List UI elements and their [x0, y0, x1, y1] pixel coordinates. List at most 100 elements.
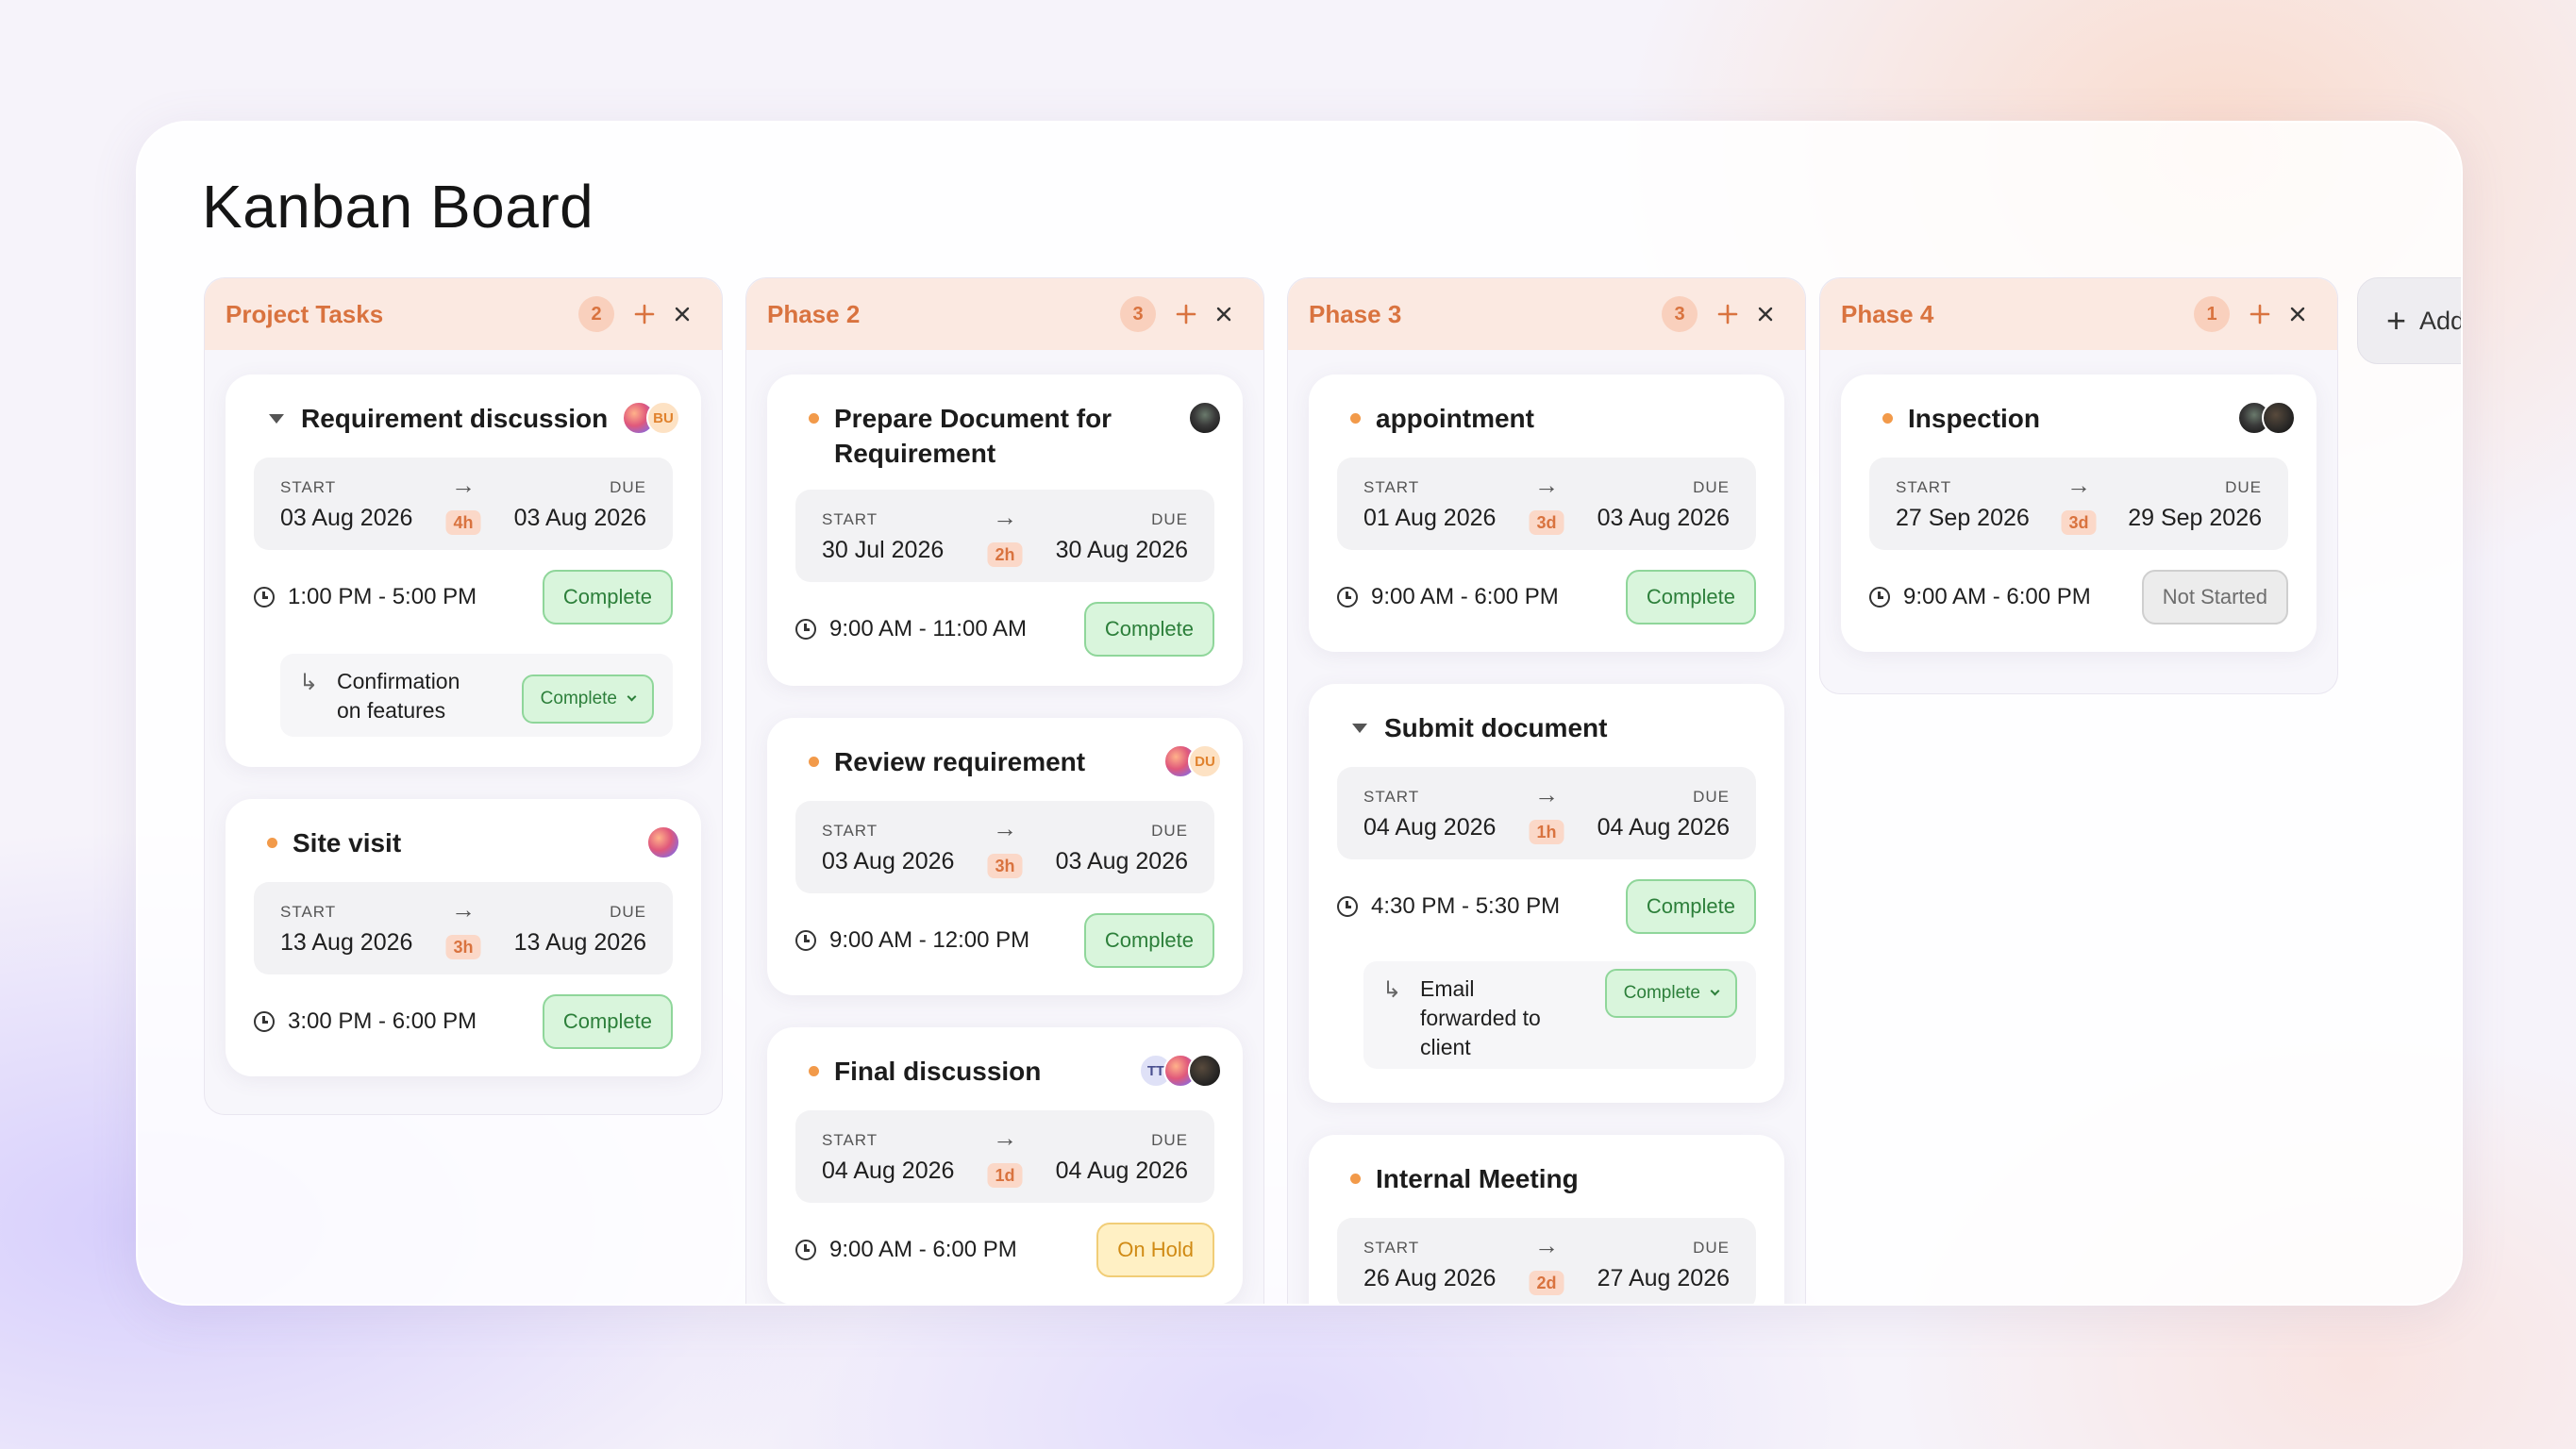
- add-column-button[interactable]: + Add: [2357, 277, 2463, 364]
- plus-icon: [1176, 304, 1196, 325]
- status-badge[interactable]: Complete: [1083, 913, 1214, 968]
- task-title: Final discussion: [834, 1057, 1042, 1086]
- start-date: 27 Sep 2026: [1896, 505, 2030, 531]
- time-row: 1:00 PM - 5:00 PM Complete: [254, 569, 673, 625]
- add-task-button[interactable]: [1167, 295, 1205, 333]
- date-range: START 01 Aug 2026 → 3d DUE 03 Aug 2026: [1337, 458, 1756, 550]
- task-card[interactable]: Internal Meeting START 26 Aug 2026 → 2d …: [1309, 1135, 1784, 1304]
- subtask-row[interactable]: ↳ Email forwarded to client Complete: [1363, 961, 1756, 1069]
- avatar[interactable]: BU: [646, 401, 680, 435]
- arrow-right-icon: →: [1534, 1231, 1559, 1259]
- status-dot: [809, 757, 819, 767]
- assignee-avatars[interactable]: [2237, 401, 2296, 435]
- due-label: DUE: [610, 478, 646, 496]
- start-label: START: [822, 510, 878, 528]
- subtask-status-dropdown[interactable]: Complete: [521, 675, 654, 724]
- status-badge[interactable]: Complete: [1625, 879, 1756, 934]
- status-badge[interactable]: Complete: [1625, 570, 1756, 625]
- time-row: 9:00 AM - 11:00 AM Complete: [795, 601, 1214, 658]
- task-card[interactable]: Submit document START 04 Aug 2026 → 1h D…: [1309, 684, 1784, 1103]
- date-range: START 26 Aug 2026 → 2d DUE 27 Aug 2026: [1337, 1218, 1756, 1304]
- start-date: 03 Aug 2026: [280, 505, 413, 531]
- task-card[interactable]: Site visit START 13 Aug 2026 → 3h DUE 13…: [226, 799, 701, 1076]
- start-date: 30 Jul 2026: [822, 537, 945, 563]
- assignee-avatars[interactable]: TT: [1139, 1054, 1222, 1088]
- status-badge[interactable]: On Hold: [1096, 1223, 1214, 1277]
- expand-caret-icon[interactable]: [1352, 724, 1367, 733]
- assignee-avatars[interactable]: [646, 825, 680, 859]
- task-title: Inspection: [1908, 404, 2041, 433]
- due-label: DUE: [1151, 822, 1188, 840]
- task-title: Prepare Document for Requirement: [834, 404, 1112, 468]
- due-date: 27 Aug 2026: [1597, 1265, 1730, 1291]
- avatar[interactable]: [2262, 401, 2296, 435]
- status-badge[interactable]: Complete: [542, 994, 673, 1049]
- avatar[interactable]: [646, 825, 680, 859]
- column-header: Project Tasks 2: [205, 278, 722, 350]
- start-date: 03 Aug 2026: [822, 848, 955, 874]
- due-date: 04 Aug 2026: [1055, 1158, 1188, 1184]
- add-task-button[interactable]: [1709, 295, 1747, 333]
- status-dot: [809, 1066, 819, 1076]
- close-column-button[interactable]: [663, 295, 701, 333]
- status-badge[interactable]: Complete: [542, 570, 673, 625]
- task-title: Requirement discussion: [301, 404, 609, 433]
- status-badge[interactable]: Not Started: [2141, 570, 2288, 625]
- due-date: 03 Aug 2026: [1055, 848, 1188, 874]
- date-range: START 04 Aug 2026 → 1d DUE 04 Aug 2026: [795, 1110, 1214, 1203]
- add-column-label: Add: [2419, 306, 2463, 335]
- add-task-button[interactable]: [626, 295, 663, 333]
- assignee-avatars[interactable]: DU: [1163, 744, 1222, 778]
- plus-icon: [634, 304, 655, 325]
- expand-caret-icon[interactable]: [269, 414, 284, 424]
- subtask-arrow-icon: ↳: [1382, 977, 1402, 1003]
- assignee-avatars[interactable]: BU: [622, 401, 680, 435]
- start-label: START: [1896, 478, 1952, 496]
- chevron-down-icon: [1710, 986, 1720, 996]
- date-range: START 03 Aug 2026 → 4h DUE 03 Aug 2026: [254, 458, 673, 550]
- start-date: 26 Aug 2026: [1363, 1265, 1497, 1291]
- column-phase-4: Phase 4 1 Inspection START 27 Sep 2026 →…: [1819, 277, 2338, 694]
- due-date: 03 Aug 2026: [513, 505, 646, 531]
- task-title: Submit document: [1384, 713, 1608, 742]
- close-column-button[interactable]: [2279, 295, 2317, 333]
- subtask-status-dropdown[interactable]: Complete: [1604, 969, 1737, 1018]
- task-card[interactable]: Prepare Document for Requirement START 3…: [767, 375, 1243, 686]
- column-phase-3: Phase 3 3 appointment START 01 Aug 2026 …: [1287, 277, 1806, 1304]
- arrow-right-icon: →: [993, 503, 1017, 531]
- time-range: 9:00 AM - 6:00 PM: [1371, 584, 1559, 609]
- duration-badge: 1h: [1529, 820, 1564, 844]
- subtask-title: Confirmation on features: [337, 669, 460, 723]
- time-row: 9:00 AM - 6:00 PM On Hold: [795, 1222, 1214, 1278]
- duration-badge: 3d: [1529, 510, 1564, 535]
- time-row: 9:00 AM - 12:00 PM Complete: [795, 912, 1214, 969]
- time-range: 1:00 PM - 5:00 PM: [288, 584, 477, 609]
- time-range: 9:00 AM - 6:00 PM: [829, 1237, 1017, 1262]
- time-range: 9:00 AM - 11:00 AM: [829, 616, 1028, 641]
- task-card[interactable]: Review requirement DU START 03 Aug 2026 …: [767, 718, 1243, 995]
- arrow-right-icon: →: [1534, 780, 1559, 808]
- avatar[interactable]: [1188, 401, 1222, 435]
- assignee-avatars[interactable]: [1188, 401, 1222, 435]
- task-card[interactable]: Requirement discussion BU START 03 Aug 2…: [226, 375, 701, 767]
- due-date: 04 Aug 2026: [1597, 814, 1730, 841]
- avatar[interactable]: [1188, 1054, 1222, 1088]
- due-label: DUE: [1693, 478, 1730, 496]
- task-card[interactable]: appointment START 01 Aug 2026 → 3d DUE 0…: [1309, 375, 1784, 652]
- start-date: 04 Aug 2026: [822, 1158, 955, 1184]
- start-label: START: [280, 903, 337, 921]
- task-card[interactable]: Final discussion TT START 04 Aug 2026 → …: [767, 1027, 1243, 1304]
- add-task-button[interactable]: [2241, 295, 2279, 333]
- task-card[interactable]: Inspection START 27 Sep 2026 → 3d DUE 29…: [1841, 375, 2317, 652]
- close-column-button[interactable]: [1747, 295, 1784, 333]
- avatar[interactable]: DU: [1188, 744, 1222, 778]
- column-project-tasks: Project Tasks 2 Requirement discussion B…: [204, 277, 723, 1115]
- status-badge[interactable]: Complete: [1083, 602, 1214, 657]
- column-title: Project Tasks: [226, 299, 384, 328]
- subtask-row[interactable]: ↳ Confirmation on features Complete: [280, 654, 673, 737]
- date-range: START 27 Sep 2026 → 3d DUE 29 Sep 2026: [1869, 458, 2288, 550]
- close-icon: [1216, 307, 1231, 322]
- close-column-button[interactable]: [1205, 295, 1243, 333]
- due-label: DUE: [1151, 1131, 1188, 1149]
- date-range: START 30 Jul 2026 → 2h DUE 30 Aug 2026: [795, 490, 1214, 582]
